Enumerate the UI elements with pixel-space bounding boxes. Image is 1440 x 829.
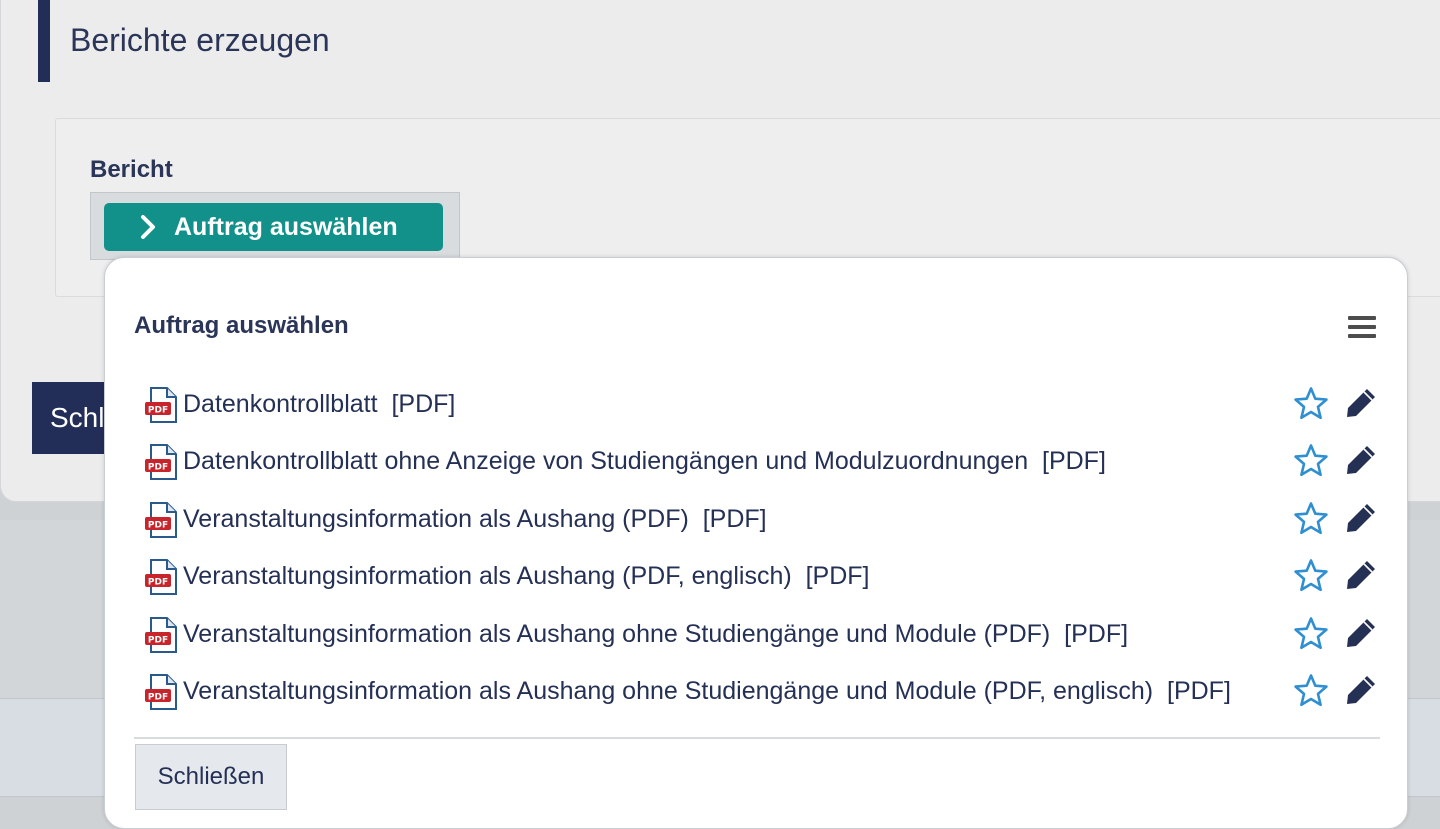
close-dialog-label: Schließen (157, 763, 265, 790)
pdf-file-icon: PDF (145, 559, 177, 596)
item-label: Veranstaltungsinformation als Aushang oh… (183, 676, 1154, 705)
pencil-icon[interactable] (1344, 673, 1378, 707)
svg-text:PDF: PDF (148, 578, 168, 588)
list-item[interactable]: PDF Datenkontrollblatt ohne Anzeige von … (141, 435, 1381, 492)
pencil-icon[interactable] (1344, 616, 1378, 650)
pdf-file-icon: PDF (145, 616, 177, 653)
title-accent-bar (38, 0, 50, 82)
pdf-file-icon: PDF (145, 673, 177, 710)
item-format: [PDF] (702, 504, 767, 533)
item-format: [PDF] (1167, 676, 1231, 705)
pdf-file-icon: PDF (145, 444, 177, 481)
dialog-divider (134, 737, 1380, 739)
svg-text:PDF: PDF (148, 406, 168, 416)
list-item[interactable]: PDF Veranstaltungsinformation als Aushan… (141, 608, 1381, 665)
pencil-icon[interactable] (1344, 443, 1378, 477)
item-label: Veranstaltungsinformation als Aushang (P… (183, 562, 792, 591)
svg-text:PDF: PDF (148, 692, 168, 702)
order-list: PDF Datenkontrollblatt [PDF] PDF Datenko… (141, 378, 1381, 722)
select-order-dialog: Auftrag auswählen PDF Datenkontrollblatt… (104, 257, 1408, 829)
star-icon[interactable] (1293, 558, 1329, 594)
svg-text:PDF: PDF (148, 635, 168, 645)
list-item[interactable]: PDF Veranstaltungsinformation als Aushan… (141, 550, 1381, 607)
star-icon[interactable] (1293, 673, 1329, 709)
dialog-title: Auftrag auswählen (134, 312, 349, 339)
select-order-button[interactable]: Auftrag auswählen (104, 203, 443, 251)
close-dialog-button[interactable]: Schließen (135, 744, 287, 810)
hamburger-menu-icon[interactable] (1348, 316, 1376, 342)
star-icon[interactable] (1293, 386, 1329, 422)
page-close-label: Schl (50, 402, 105, 433)
report-label: Bericht (90, 156, 173, 183)
star-icon[interactable] (1293, 616, 1329, 652)
list-item[interactable]: PDF Datenkontrollblatt [PDF] (141, 378, 1381, 435)
pencil-icon[interactable] (1344, 501, 1378, 535)
item-format: [PDF] (805, 562, 870, 591)
item-format: [PDF] (1064, 619, 1129, 648)
item-label: Veranstaltungsinformation als Aushang oh… (183, 619, 1051, 648)
svg-text:PDF: PDF (148, 520, 168, 530)
item-label: Datenkontrollblatt (183, 390, 378, 418)
item-format: [PDF] (1042, 447, 1106, 476)
item-label: Veranstaltungsinformation als Aushang (P… (183, 504, 689, 533)
star-icon[interactable] (1293, 443, 1329, 479)
list-item[interactable]: PDF Veranstaltungsinformation als Aushan… (141, 493, 1381, 550)
pencil-icon[interactable] (1344, 386, 1378, 420)
item-label: Datenkontrollblatt ohne Anzeige von Stud… (183, 447, 1029, 476)
pdf-file-icon: PDF (145, 501, 177, 538)
chevron-right-icon (141, 215, 155, 239)
pencil-icon[interactable] (1344, 558, 1378, 592)
select-order-label: Auftrag auswählen (174, 212, 398, 241)
page-title: Berichte erzeugen (70, 22, 330, 58)
pdf-file-icon: PDF (145, 387, 177, 423)
item-format: [PDF] (391, 390, 456, 418)
svg-text:PDF: PDF (148, 463, 168, 473)
star-icon[interactable] (1293, 501, 1329, 537)
list-item[interactable]: PDF Veranstaltungsinformation als Aushan… (141, 665, 1381, 722)
